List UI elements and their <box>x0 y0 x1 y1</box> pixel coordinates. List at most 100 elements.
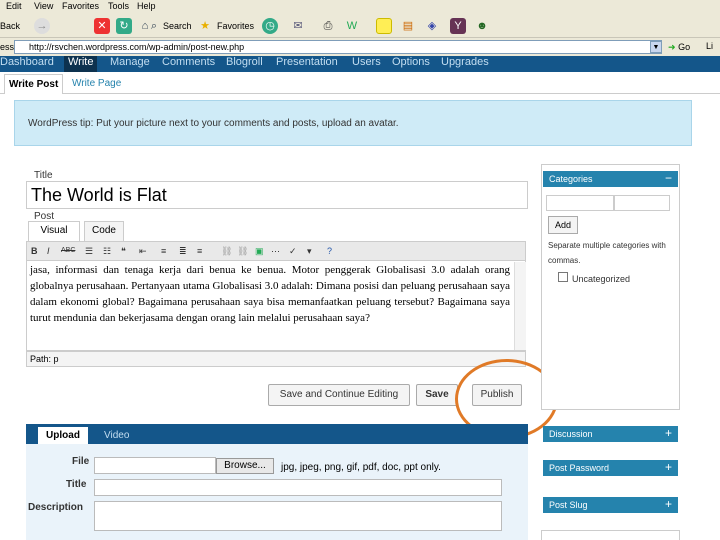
go-label: Go <box>678 42 691 52</box>
nav-upgrades[interactable]: Upgrades <box>441 56 489 72</box>
numbered-list-icon[interactable]: ☷ <box>103 245 111 257</box>
mail-icon[interactable]: ✉ <box>290 18 306 34</box>
tab-video[interactable]: Video <box>104 430 129 441</box>
italic-button[interactable]: I <box>47 245 50 257</box>
collapse-icon[interactable]: − <box>665 171 672 186</box>
address-label: ess <box>0 42 15 52</box>
wp-admin-nav: Dashboard Write Manage Comments Blogroll… <box>0 56 720 72</box>
folder-icon[interactable]: ▤ <box>400 18 416 34</box>
unlink-icon[interactable]: ⛓ <box>237 245 248 257</box>
categories-title: Categories <box>549 174 593 184</box>
nav-manage[interactable]: Manage <box>110 56 150 72</box>
subnav-write-page[interactable]: Write Page <box>72 76 121 92</box>
nav-write[interactable]: Write <box>64 56 98 72</box>
add-category-button[interactable]: Add <box>548 216 578 234</box>
discussion-header[interactable]: Discussion + <box>543 426 678 442</box>
browse-button[interactable]: Browse... <box>216 458 274 474</box>
post-title-input[interactable]: The World is Flat <box>26 181 528 209</box>
toolbar-toggle-icon[interactable]: ▾ <box>307 245 312 257</box>
image-icon[interactable]: ▣ <box>255 245 264 257</box>
new-category-input-extension[interactable] <box>614 195 670 211</box>
wp-subnav: Write Post Write Page <box>0 72 720 94</box>
blockquote-icon[interactable]: ❝ <box>121 245 126 257</box>
print-icon[interactable]: ⎙ <box>320 18 336 34</box>
outdent-icon[interactable]: ⇤ <box>139 245 147 257</box>
save-button[interactable]: Save <box>416 384 458 406</box>
link-icon[interactable]: ⛓ <box>221 245 232 257</box>
history-icon[interactable]: ◷ <box>262 18 278 34</box>
nav-presentation[interactable]: Presentation <box>276 56 338 72</box>
post-slug-title: Post Slug <box>549 500 588 510</box>
bold-button[interactable]: B <box>31 245 38 257</box>
file-label: File <box>72 456 90 467</box>
favorites-icon[interactable]: ★ <box>197 18 213 34</box>
menu-tools[interactable]: Tools <box>108 1 129 11</box>
strikethrough-button[interactable]: ABC <box>61 245 75 257</box>
tab-visual[interactable]: Visual <box>28 221 80 241</box>
align-right-icon[interactable]: ≡ <box>197 245 202 257</box>
nav-comments[interactable]: Comments <box>162 56 215 72</box>
categories-header[interactable]: Categories − <box>543 171 678 187</box>
more-icon[interactable]: ⋯ <box>271 245 280 257</box>
expand-icon[interactable]: + <box>665 426 672 441</box>
align-center-icon[interactable]: ≣ <box>179 245 187 257</box>
nav-users[interactable]: Users <box>352 56 381 72</box>
upload-title-label: Title <box>66 479 87 490</box>
links-label[interactable]: Li <box>706 41 713 51</box>
help-icon[interactable]: ? <box>327 245 332 257</box>
align-left-icon[interactable]: ≡ <box>161 245 166 257</box>
editor-path: Path: p <box>26 351 526 367</box>
browser-menubar: Edit View Favorites Tools Help <box>0 0 720 14</box>
menu-view[interactable]: View <box>34 1 53 11</box>
menu-edit[interactable]: Edit <box>6 1 22 11</box>
edit-icon[interactable]: W <box>344 18 360 34</box>
post-slug-header[interactable]: Post Slug + <box>543 497 678 513</box>
subnav-write-post[interactable]: Write Post <box>4 74 64 94</box>
people-icon[interactable]: ☻ <box>474 18 490 34</box>
back-button[interactable]: Back <box>0 17 20 35</box>
expand-icon[interactable]: + <box>665 497 672 512</box>
spellcheck-icon[interactable]: ✓ <box>289 245 297 257</box>
favorites-button[interactable]: Favorites <box>217 17 254 35</box>
yahoo-icon[interactable]: Y <box>450 18 466 34</box>
tab-code[interactable]: Code <box>84 221 124 241</box>
search-icon[interactable]: ⌕ <box>146 18 162 34</box>
save-continue-button[interactable]: Save and Continue Editing <box>268 384 410 406</box>
tip-text: WordPress tip: Put your picture next to … <box>28 118 399 129</box>
tab-upload[interactable]: Upload <box>38 427 88 444</box>
refresh-icon[interactable]: ↻ <box>116 18 132 34</box>
expand-icon[interactable]: + <box>665 460 672 475</box>
upload-title-input[interactable] <box>94 479 502 496</box>
nav-blogroll[interactable]: Blogroll <box>226 56 263 72</box>
menu-help[interactable]: Help <box>137 1 156 11</box>
address-dropdown-icon[interactable]: ▼ <box>650 41 662 53</box>
nav-options[interactable]: Options <box>392 56 430 72</box>
description-label: Description <box>28 502 84 513</box>
editor-scrollbar[interactable] <box>514 262 526 350</box>
new-category-input[interactable] <box>546 195 614 211</box>
post-password-header[interactable]: Post Password + <box>543 460 678 476</box>
messenger-icon[interactable]: ◈ <box>424 18 440 34</box>
editor-toolbar: B I ABC ☰ ☷ ❝ ⇤ ≡ ≣ ≡ ⛓ ⛓ ▣ ⋯ ✓ ▾ ? <box>26 241 526 261</box>
discussion-title: Discussion <box>549 429 593 439</box>
url-input[interactable]: http://rsvchen.wordpress.com/wp-admin/po… <box>14 40 662 54</box>
uncategorized-label: Uncategorized <box>572 274 631 284</box>
menu-favorites[interactable]: Favorites <box>62 1 99 11</box>
uncategorized-checkbox[interactable] <box>558 272 568 282</box>
bullet-list-icon[interactable]: ☰ <box>85 245 93 257</box>
forward-icon[interactable]: → <box>34 18 50 34</box>
go-arrow-icon: ➜ <box>668 42 676 52</box>
browser-toolbar: Back → ✕ ↻ ⌂ ⌕ Search ★ Favorites ◷ ✉ ⎙ … <box>0 14 720 38</box>
address-bar: ess http://rsvchen.wordpress.com/wp-admi… <box>0 38 720 56</box>
nav-dashboard[interactable]: Dashboard <box>0 56 54 72</box>
note-icon[interactable] <box>376 18 392 34</box>
search-button[interactable]: Search <box>163 17 192 35</box>
file-type-hint: jpg, jpeg, png, gif, pdf, doc, ppt only. <box>281 462 441 473</box>
post-content[interactable]: jasa, informasi dan tenaga kerja dari be… <box>30 262 510 326</box>
description-input[interactable] <box>94 501 502 531</box>
sidebar-next-box <box>541 530 680 540</box>
file-input[interactable] <box>94 457 216 474</box>
title-label: Title <box>34 170 53 181</box>
stop-icon[interactable]: ✕ <box>94 18 110 34</box>
go-button[interactable]: ➜ Go <box>668 40 700 54</box>
